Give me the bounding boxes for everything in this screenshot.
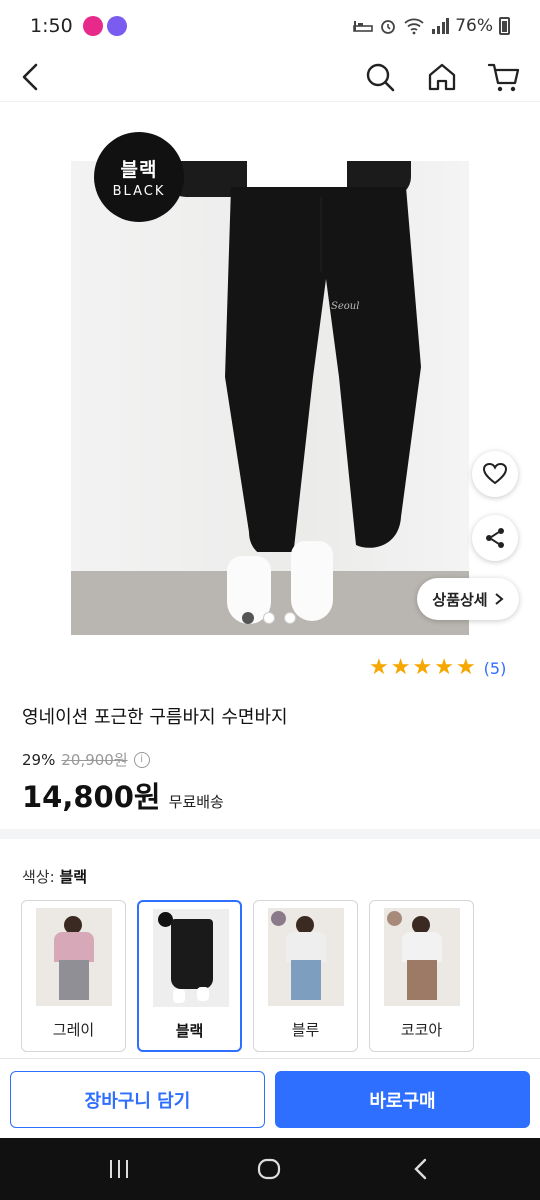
color-swatch-gray[interactable]: 그레이 [21,900,126,1052]
swatch-thumbnail [268,908,344,1006]
review-count[interactable]: (5) [484,659,507,678]
add-to-cart-button[interactable]: 장바구니 담기 [10,1071,265,1128]
color-option-label: 색상: 블랙 [22,866,87,887]
product-image[interactable]: Seoul [71,161,469,635]
color-swatch-cocoa[interactable]: 코코아 [369,900,474,1052]
back-arrow-icon[interactable] [12,57,52,97]
search-icon[interactable] [360,57,400,97]
top-navigation [0,52,540,102]
recent-apps-icon[interactable] [106,1156,132,1182]
original-price: 20,900원 [61,751,128,769]
gmarket-icon [82,16,103,36]
swatch-label: 블랙 [175,1022,204,1040]
share-button[interactable] [472,515,518,561]
home-button-icon[interactable] [256,1156,282,1182]
color-label-text: 색상: [22,868,55,886]
color-swatch-black[interactable]: 블랙 [137,900,242,1052]
badge-korean: 블랙 [120,159,158,181]
system-navigation-bar [0,1138,540,1200]
badge-english: BLACK [112,184,166,199]
color-swatch-blue[interactable]: 블루 [253,900,358,1052]
star-icon: ★ [455,655,476,680]
info-icon[interactable]: i [133,751,150,768]
sale-price-row: 14,800원 무료배송 [22,774,224,816]
product-title: 영네이션 포근한 구름바지 수면바지 [22,707,288,728]
signal-icon [432,18,450,34]
alarm-icon [381,20,396,34]
share-icon [486,528,504,548]
gallery-dot[interactable] [284,612,296,624]
star-icon: ★ [369,655,389,680]
home-icon[interactable] [422,57,462,97]
discount-rate: 29% [22,750,56,769]
buy-now-button[interactable]: 바로구매 [275,1071,530,1128]
status-bar: 1:50 76% [0,0,540,52]
svg-text:Seoul: Seoul [331,301,359,312]
swatch-label: 블루 [291,1021,320,1039]
wishlist-button[interactable] [472,451,518,497]
selected-color: 블랙 [59,868,88,886]
pants-illustration: Seoul [225,187,421,552]
gallery-dot[interactable] [263,612,275,624]
sale-price: 14,800원 [22,780,161,814]
kakaotalk-icon [106,16,127,36]
price-info: 29% 20,900원 i [22,749,150,770]
back-button-icon[interactable] [408,1156,434,1182]
product-detail-button[interactable]: 상품상세 [417,578,519,620]
battery-percent: 76% [455,16,493,36]
rating[interactable]: ★ ★ ★ ★ ★ (5) [369,657,506,679]
section-divider [0,829,540,839]
sleep-icon [353,21,374,32]
bottom-action-bar: 장바구니 담기 바로구매 [0,1058,540,1138]
star-icon: ★ [390,655,411,680]
heart-icon [482,462,508,485]
star-icon: ★ [412,655,433,680]
cart-icon[interactable] [484,57,524,97]
battery-icon [499,17,510,35]
color-badge: 블랙 BLACK [94,132,184,222]
swatch-label: 코코아 [400,1021,443,1039]
gallery-indicator [242,612,296,624]
swatch-thumbnail [384,908,460,1006]
swatch-thumbnail [36,908,112,1006]
swatch-label: 그레이 [52,1021,95,1039]
swatch-thumbnail [153,909,229,1007]
status-indicators: 76% [353,16,510,36]
gallery-dot[interactable] [242,612,254,624]
product-detail-label: 상품상세 [432,590,488,609]
status-time: 1:50 [30,15,73,37]
shipping-info: 무료배송 [168,793,224,811]
star-icon: ★ [434,655,454,680]
chevron-right-icon [494,593,504,605]
status-app-icons [82,16,127,36]
wifi-icon [404,18,424,35]
color-swatches: 그레이 블랙 블루 코코아 [21,900,474,1052]
